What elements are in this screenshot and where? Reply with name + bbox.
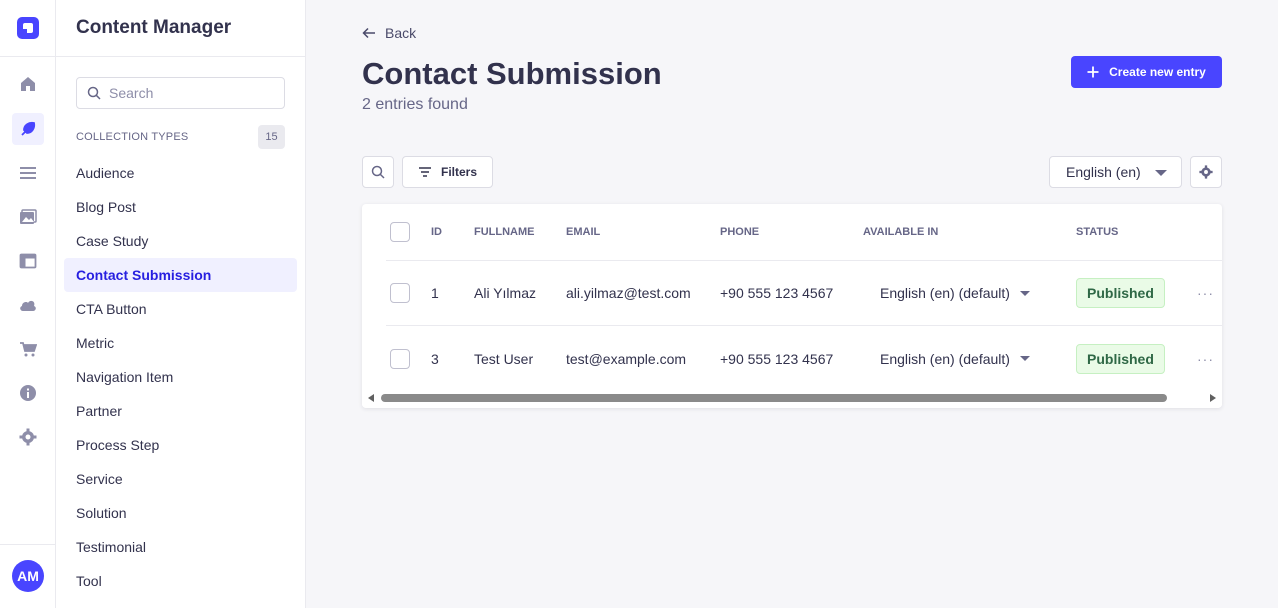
back-link[interactable]: Back bbox=[362, 25, 416, 41]
nav-item-blog-post[interactable]: Blog Post bbox=[64, 190, 297, 224]
horizontal-scrollbar[interactable] bbox=[362, 390, 1222, 406]
column-header-id[interactable]: ID bbox=[431, 204, 442, 260]
row-select-cell bbox=[390, 261, 410, 325]
strapi-logo-icon[interactable] bbox=[17, 17, 39, 39]
column-header-email[interactable]: EMAIL bbox=[566, 204, 600, 260]
more-actions-icon[interactable]: ··· bbox=[1197, 261, 1214, 325]
gear-icon[interactable] bbox=[12, 421, 44, 453]
cell-status: Published bbox=[1076, 326, 1165, 391]
nav-item-cta-button[interactable]: CTA Button bbox=[64, 292, 297, 326]
column-header-available-in: AVAILABLE IN bbox=[863, 226, 939, 238]
subnav-search-box[interactable] bbox=[76, 77, 285, 109]
layout-icon[interactable] bbox=[12, 245, 44, 277]
available-in-value: English (en) (default) bbox=[880, 350, 1010, 367]
divider bbox=[56, 56, 305, 57]
nav-item-tool[interactable]: Tool bbox=[64, 564, 297, 598]
nav-item-contact-submission[interactable]: Contact Submission bbox=[64, 258, 297, 292]
cell-id: 1 bbox=[431, 285, 439, 301]
cell-available-in[interactable]: English (en) (default) bbox=[880, 261, 1030, 325]
column-header-fullname[interactable]: FULLNAME bbox=[474, 204, 535, 260]
select-all-cell bbox=[390, 204, 410, 260]
cell-status: Published bbox=[1076, 261, 1165, 325]
nav-item-process-step[interactable]: Process Step bbox=[64, 428, 297, 462]
back-label: Back bbox=[385, 25, 417, 41]
search-icon bbox=[371, 165, 385, 179]
info-icon[interactable] bbox=[12, 377, 44, 409]
nav-item-navigation-item[interactable]: Navigation Item bbox=[64, 360, 297, 394]
scrollbar-thumb[interactable] bbox=[381, 394, 1167, 402]
cell-email: ali.yilmaz@test.com bbox=[566, 285, 691, 301]
list-icon[interactable] bbox=[12, 157, 44, 189]
caret-down-icon bbox=[1019, 290, 1030, 296]
locale-value: English (en) bbox=[1066, 164, 1141, 180]
create-new-entry-button[interactable]: Create new entry bbox=[1071, 56, 1222, 88]
cloud-icon[interactable] bbox=[12, 289, 44, 321]
row-checkbox[interactable] bbox=[390, 348, 410, 369]
cell-phone: +90 555 123 4567 bbox=[720, 285, 834, 301]
table-header-row: ID FULLNAME EMAIL PHONE AVAILABLE IN STA… bbox=[386, 204, 1222, 261]
cell-phone: +90 555 123 4567 bbox=[720, 350, 834, 367]
create-new-entry-label: Create new entry bbox=[1109, 65, 1206, 79]
divider bbox=[0, 56, 56, 57]
row-checkbox[interactable] bbox=[390, 283, 410, 303]
page-title: Contact Submission bbox=[362, 56, 662, 91]
main-nav-rail: AM bbox=[0, 0, 56, 608]
nav-item-metric[interactable]: Metric bbox=[64, 326, 297, 360]
nav-item-testimonial[interactable]: Testimonial bbox=[64, 530, 297, 564]
cell-fullname: Ali Yılmaz bbox=[474, 285, 536, 301]
list-settings-button[interactable] bbox=[1190, 156, 1222, 188]
media-library-icon[interactable] bbox=[12, 201, 44, 233]
filters-label: Filters bbox=[440, 165, 477, 179]
status-badge: Published bbox=[1076, 343, 1165, 374]
arrow-left-icon bbox=[362, 27, 375, 39]
subnav-title: Content Manager bbox=[76, 17, 232, 38]
nav-item-case-study[interactable]: Case Study bbox=[64, 224, 297, 258]
content-manager-icon[interactable] bbox=[12, 113, 44, 145]
nav-item-solution[interactable]: Solution bbox=[64, 496, 297, 530]
column-header-phone[interactable]: PHONE bbox=[720, 204, 759, 260]
cart-icon[interactable] bbox=[12, 333, 44, 365]
search-button[interactable] bbox=[362, 156, 394, 188]
collection-types-count-badge: 15 bbox=[258, 125, 285, 149]
filter-icon bbox=[418, 167, 431, 177]
gear-icon bbox=[1199, 165, 1213, 179]
status-badge: Published bbox=[1076, 278, 1165, 308]
entries-table: ID FULLNAME EMAIL PHONE AVAILABLE IN STA… bbox=[362, 204, 1222, 408]
search-icon bbox=[87, 86, 101, 100]
table-row[interactable]: 3 Test User test@example.com +90 555 123… bbox=[386, 326, 1222, 391]
locale-select[interactable]: English (en) bbox=[1049, 156, 1182, 188]
row-select-cell bbox=[390, 326, 410, 391]
scroll-left-arrow-icon[interactable] bbox=[368, 394, 374, 402]
cell-email: test@example.com bbox=[566, 350, 687, 367]
main-content: Back Contact Submission 2 entries found … bbox=[306, 0, 1278, 608]
scroll-right-arrow-icon[interactable] bbox=[1210, 394, 1216, 402]
select-all-checkbox[interactable] bbox=[390, 222, 410, 242]
filters-button[interactable]: Filters bbox=[402, 156, 493, 188]
nav-item-service[interactable]: Service bbox=[64, 462, 297, 496]
collection-types-label: COLLECTION TYPES bbox=[76, 131, 189, 143]
caret-down-icon bbox=[1019, 356, 1030, 361]
nav-item-audience[interactable]: Audience bbox=[64, 156, 297, 190]
collection-types-list: Audience Blog Post Case Study Contact Su… bbox=[64, 156, 297, 598]
available-in-value: English (en) (default) bbox=[880, 285, 1010, 301]
cell-fullname: Test User bbox=[474, 350, 534, 367]
table-row[interactable]: 1 Ali Yılmaz ali.yilmaz@test.com +90 555… bbox=[386, 261, 1222, 326]
subnav-search-input[interactable] bbox=[109, 85, 279, 101]
entries-count: 2 entries found bbox=[362, 96, 468, 113]
plus-icon bbox=[1087, 66, 1099, 78]
cell-available-in[interactable]: English (en) (default) bbox=[880, 326, 1030, 391]
avatar[interactable]: AM bbox=[12, 560, 44, 592]
content-manager-subnav: Content Manager COLLECTION TYPES 15 Audi… bbox=[56, 0, 306, 608]
home-icon[interactable] bbox=[12, 68, 44, 100]
divider bbox=[0, 544, 56, 545]
column-header-status: STATUS bbox=[1076, 226, 1119, 238]
cell-id: 3 bbox=[431, 350, 439, 367]
caret-down-icon bbox=[1155, 170, 1167, 176]
nav-item-partner[interactable]: Partner bbox=[64, 394, 297, 428]
more-actions-icon[interactable]: ··· bbox=[1197, 326, 1214, 391]
